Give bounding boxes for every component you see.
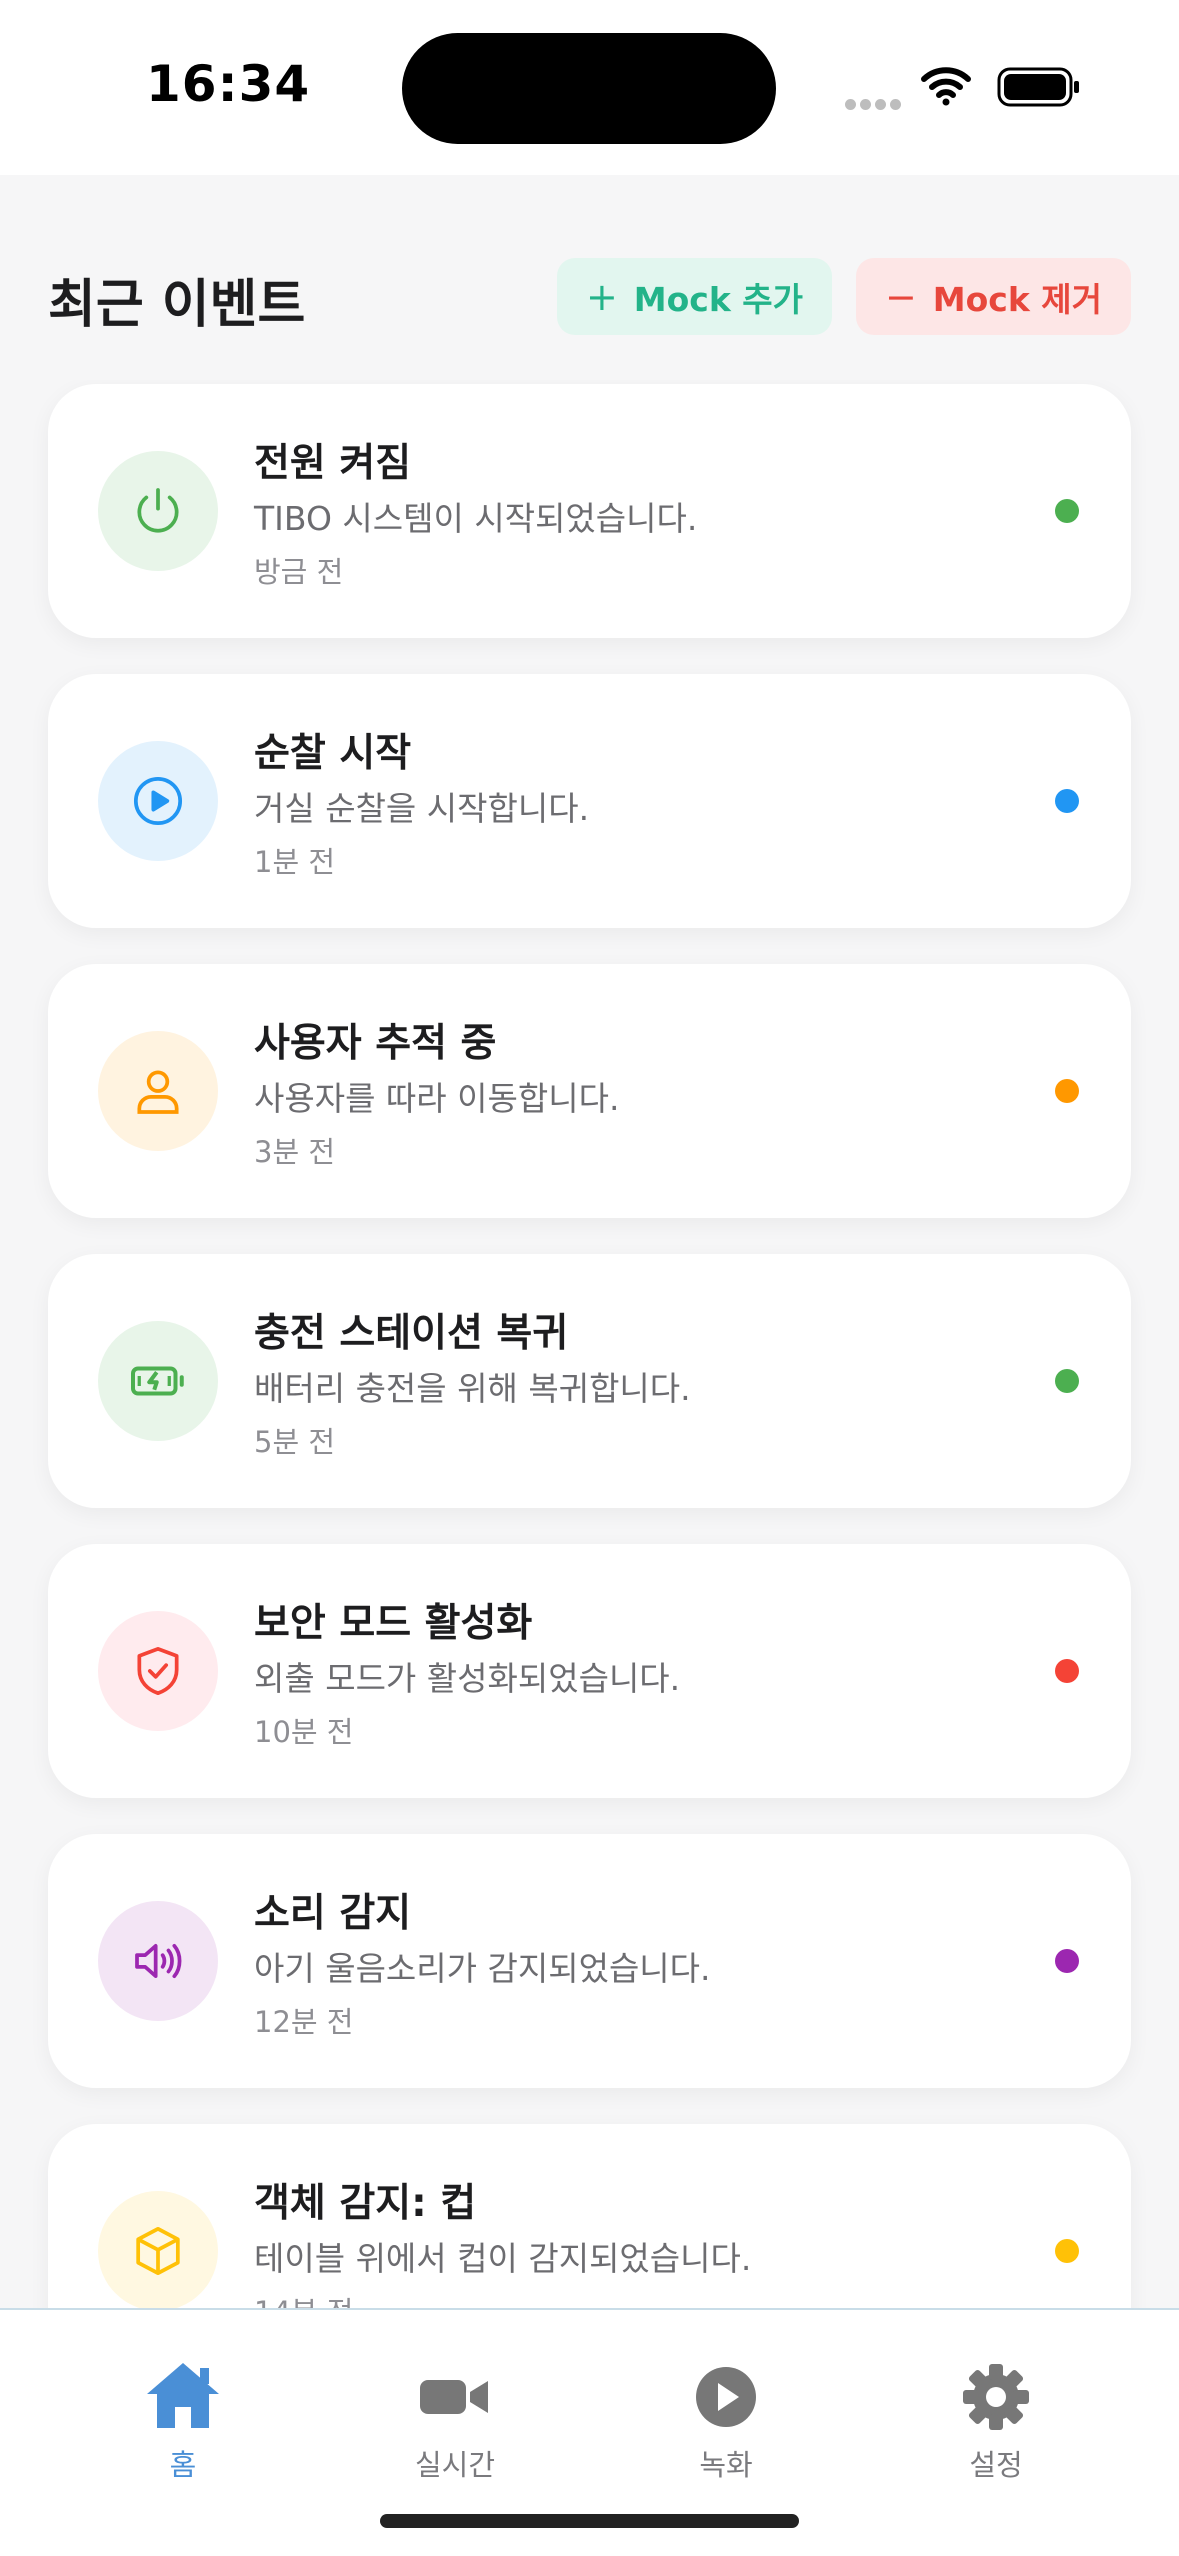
event-list[interactable]: 전원 켜짐 TIBO 시스템이 시작되었습니다. 방금 전 순찰 시작 거실 순… [0,380,1179,2308]
shield-check-icon [98,1611,218,1731]
event-card[interactable]: 충전 스테이션 복귀 배터리 충전을 위해 복귀합니다. 5분 전 [48,1254,1131,1508]
tab-label: 실시간 [414,2448,496,2482]
event-description: 사용자를 따라 이동합니다. [254,1079,620,1118]
tab-settings[interactable]: 설정 [911,2360,1081,2490]
cellular-signal-icon [845,95,905,114]
event-title: 순찰 시작 [254,731,412,776]
event-time: 1분 전 [254,845,336,879]
tab-label: 설정 [969,2448,1023,2482]
status-time: 16:34 [146,55,311,113]
event-time: 3분 전 [254,1135,336,1169]
tab-home[interactable]: 홈 [98,2360,268,2490]
status-bar: 16:34 [0,0,1179,175]
home-icon [147,2363,219,2428]
tab-live[interactable]: 실시간 [370,2360,540,2490]
minus-icon: − [884,274,917,319]
event-title: 객체 감지: 컵 [254,2181,477,2226]
event-title: 소리 감지 [254,1891,412,1936]
event-title: 전원 켜짐 [254,441,412,486]
event-title: 사용자 추적 중 [254,1021,497,1066]
event-card[interactable]: 보안 모드 활성화 외출 모드가 활성화되었습니다. 10분 전 [48,1544,1131,1798]
status-dot [1055,789,1079,813]
event-title: 충전 스테이션 복귀 [254,1311,569,1356]
event-description: 배터리 충전을 위해 복귀합니다. [254,1369,691,1408]
add-mock-button[interactable]: + Mock 추가 [557,258,832,335]
page-title: 최근 이벤트 [48,275,306,335]
status-dot [1055,2239,1079,2263]
event-time: 5분 전 [254,1425,336,1459]
event-description: 외출 모드가 활성화되었습니다. [254,1659,681,1698]
tab-label: 홈 [169,2448,197,2482]
add-mock-label: Mock 추가 [633,279,804,319]
event-description: TIBO 시스템이 시작되었습니다. [254,499,698,538]
status-dot [1055,499,1079,523]
home-indicator [380,2514,799,2528]
cube-icon [98,2191,218,2308]
event-card[interactable]: 객체 감지: 컵 테이블 위에서 컵이 감지되었습니다. 14분 전 [48,2124,1131,2308]
status-dot [1055,1949,1079,1973]
plus-icon: + [585,274,618,319]
event-card[interactable]: 순찰 시작 거실 순찰을 시작합니다. 1분 전 [48,674,1131,928]
tab-label: 녹화 [699,2448,753,2482]
battery-charging-icon [98,1321,218,1441]
battery-icon [997,67,1079,107]
power-icon [98,451,218,571]
gear-icon [963,2364,1029,2430]
speaker-icon [98,1901,218,2021]
status-dot [1055,1079,1079,1103]
event-description: 아기 울음소리가 감지되었습니다. [254,1949,711,1988]
event-description: 테이블 위에서 컵이 감지되었습니다. [254,2239,752,2278]
person-icon [98,1031,218,1151]
event-time: 10분 전 [254,1715,354,1749]
event-card[interactable]: 소리 감지 아기 울음소리가 감지되었습니다. 12분 전 [48,1834,1131,2088]
play-circle-icon [98,741,218,861]
play-icon [696,2367,756,2427]
status-dot [1055,1369,1079,1393]
status-dot [1055,1659,1079,1683]
dynamic-island [402,33,776,144]
tab-recordings[interactable]: 녹화 [641,2360,811,2490]
event-description: 거실 순찰을 시작합니다. [254,789,590,828]
remove-mock-button[interactable]: − Mock 제거 [856,258,1131,335]
event-card[interactable]: 전원 켜짐 TIBO 시스템이 시작되었습니다. 방금 전 [48,384,1131,638]
video-camera-icon [420,2380,488,2414]
wifi-icon [921,67,971,106]
event-card[interactable]: 사용자 추적 중 사용자를 따라 이동합니다. 3분 전 [48,964,1131,1218]
remove-mock-label: Mock 제거 [932,279,1103,319]
event-title: 보안 모드 활성화 [254,1601,533,1646]
event-time: 방금 전 [254,555,344,589]
event-time: 14분 전 [254,2289,353,2308]
event-time: 12분 전 [254,2005,354,2039]
